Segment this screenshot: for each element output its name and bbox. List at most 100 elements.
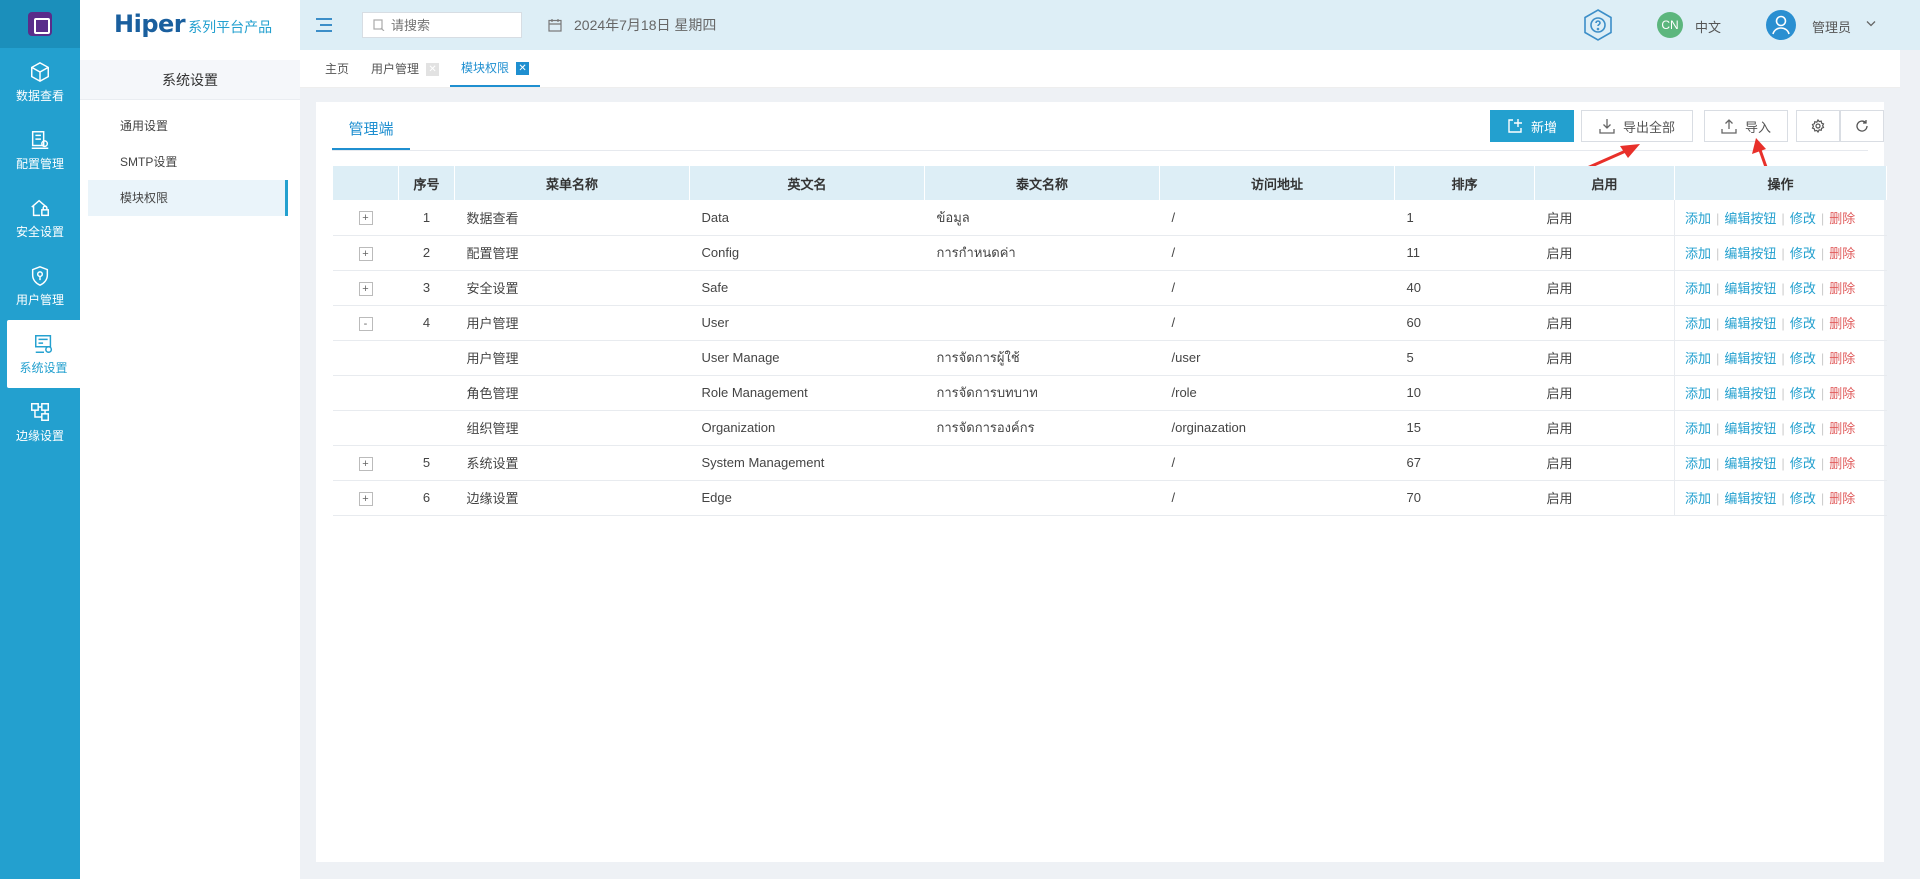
gear-icon (1811, 119, 1825, 133)
modify-link[interactable]: 修改 (1790, 386, 1816, 401)
modify-link[interactable]: 修改 (1790, 316, 1816, 331)
edit-buttons-link[interactable]: 编辑按钮 (1724, 246, 1776, 261)
rail-item-security[interactable]: 安全设置 (0, 184, 80, 252)
rail-item-config[interactable]: 配置管理 (0, 116, 80, 184)
rail-item-system-settings[interactable]: 系统设置 (7, 320, 80, 388)
collapse-icon[interactable]: - (358, 316, 373, 331)
add-link[interactable]: 添加 (1685, 351, 1711, 366)
edit-buttons-link[interactable]: 编辑按钮 (1724, 421, 1776, 436)
edit-buttons-link[interactable]: 编辑按钮 (1724, 281, 1776, 296)
order-cell: 70 (1394, 480, 1535, 516)
order-cell: 15 (1394, 410, 1535, 446)
language-badge[interactable]: CN (1657, 12, 1683, 38)
actions-cell: 添加 | 编辑按钮 | 修改 | 删除 (1674, 235, 1887, 271)
tab-module-permissions[interactable]: 模块权限 ✕ (450, 51, 541, 87)
rail-item-data-view[interactable]: 数据查看 (0, 48, 80, 116)
expand-icon[interactable]: + (358, 491, 373, 506)
rail-item-edge[interactable]: 边缘设置 (0, 388, 80, 456)
separator: | (1716, 210, 1720, 226)
delete-link[interactable]: 删除 (1829, 421, 1855, 436)
add-link[interactable]: 添加 (1685, 421, 1711, 436)
close-icon[interactable]: ✕ (426, 62, 440, 76)
modify-link[interactable]: 修改 (1790, 421, 1816, 436)
modify-link[interactable]: 修改 (1790, 456, 1816, 471)
delete-link[interactable]: 删除 (1829, 281, 1855, 296)
chevron-down-icon[interactable] (1866, 20, 1876, 28)
refresh-button[interactable] (1840, 110, 1884, 142)
close-icon[interactable]: ✕ (516, 61, 530, 75)
modify-link[interactable]: 修改 (1790, 211, 1816, 226)
order-cell: 10 (1394, 375, 1535, 411)
column-header-enabled: 启用 (1534, 166, 1675, 200)
expand-cell (332, 340, 399, 376)
expand-icon[interactable]: + (358, 246, 373, 261)
actions-cell: 添加 | 编辑按钮 | 修改 | 删除 (1674, 445, 1887, 481)
expand-cell: - (332, 305, 399, 341)
help-icon[interactable] (1580, 7, 1616, 43)
modify-link[interactable]: 修改 (1790, 281, 1816, 296)
expand-cell: + (332, 480, 399, 516)
tab-home[interactable]: 主页 (314, 51, 360, 87)
expand-icon[interactable]: + (358, 211, 373, 226)
edit-buttons-link[interactable]: 编辑按钮 (1724, 351, 1776, 366)
separator: | (1820, 246, 1825, 261)
date-text: 2024年7月18日 星期四 (574, 17, 717, 33)
column-header-thai-name: 泰文名称 (924, 166, 1160, 200)
tab-label: 模块权限 (461, 61, 510, 75)
expand-icon[interactable]: + (358, 281, 373, 296)
sidebar: Hiper 系列平台产品 系统设置 通用设置 SMTP设置 模块权限 (80, 0, 300, 879)
edit-buttons-link[interactable]: 编辑按钮 (1724, 491, 1776, 506)
add-link[interactable]: 添加 (1685, 386, 1711, 401)
sidebar-item-smtp-settings[interactable]: SMTP设置 (88, 144, 288, 180)
delete-link[interactable]: 删除 (1829, 491, 1855, 506)
separator: | (1716, 316, 1720, 331)
column-header-menu-name: 菜单名称 (454, 166, 690, 200)
expand-icon[interactable]: + (358, 456, 373, 471)
actions-cell: 添加 | 编辑按钮 | 修改 | 删除 (1674, 340, 1887, 376)
search-box[interactable] (362, 12, 522, 38)
upload-icon (1721, 119, 1737, 134)
actions-cell: 添加 | 编辑按钮 | 修改 | 删除 (1674, 480, 1887, 516)
add-link[interactable]: 添加 (1685, 316, 1711, 331)
menu-toggle-icon[interactable] (316, 18, 332, 32)
search-input[interactable] (391, 17, 511, 33)
edit-buttons-link[interactable]: 编辑按钮 (1724, 456, 1776, 471)
edit-buttons-link[interactable]: 编辑按钮 (1724, 316, 1776, 331)
user-name[interactable]: 管理员 (1812, 17, 1851, 36)
language-label[interactable]: 中文 (1695, 17, 1721, 36)
separator: | (1781, 421, 1785, 436)
table-row: - 4 用户管理 User /60 启用 添加 | 编辑按钮 | 修改 | 删除 (332, 305, 1887, 341)
modify-link[interactable]: 修改 (1790, 246, 1816, 261)
add-link[interactable]: 添加 (1685, 211, 1711, 226)
tab-user-management[interactable]: 用户管理 ✕ (360, 51, 450, 87)
column-header-order: 排序 (1394, 166, 1535, 200)
delete-link[interactable]: 删除 (1829, 456, 1855, 471)
rail-item-label: 系统设置 (19, 360, 68, 375)
tab-admin[interactable]: 管理端 (332, 110, 410, 150)
index-cell: 5 (398, 445, 455, 481)
settings-button[interactable] (1796, 110, 1840, 142)
modify-link[interactable]: 修改 (1790, 351, 1816, 366)
url-cell: / (1159, 200, 1395, 236)
delete-link[interactable]: 删除 (1829, 316, 1855, 331)
edit-buttons-link[interactable]: 编辑按钮 (1724, 211, 1776, 226)
rail-item-label: 用户管理 (15, 292, 64, 307)
delete-link[interactable]: 删除 (1829, 386, 1855, 401)
column-header-english-name: 英文名 (689, 166, 925, 200)
separator: | (1716, 351, 1720, 366)
add-icon (1508, 119, 1522, 133)
delete-link[interactable]: 删除 (1829, 351, 1855, 366)
separator: | (1781, 491, 1785, 506)
edit-buttons-link[interactable]: 编辑按钮 (1724, 386, 1776, 401)
delete-link[interactable]: 删除 (1829, 211, 1855, 226)
add-link[interactable]: 添加 (1685, 281, 1711, 296)
add-link[interactable]: 添加 (1685, 491, 1711, 506)
sidebar-item-module-permissions[interactable]: 模块权限 (88, 180, 288, 216)
avatar[interactable] (1766, 10, 1796, 40)
add-link[interactable]: 添加 (1685, 246, 1711, 261)
delete-link[interactable]: 删除 (1829, 246, 1855, 261)
rail-item-user-management[interactable]: 用户管理 (0, 252, 80, 320)
modify-link[interactable]: 修改 (1790, 491, 1816, 506)
add-link[interactable]: 添加 (1685, 456, 1711, 471)
sidebar-item-general-settings[interactable]: 通用设置 (88, 108, 288, 144)
